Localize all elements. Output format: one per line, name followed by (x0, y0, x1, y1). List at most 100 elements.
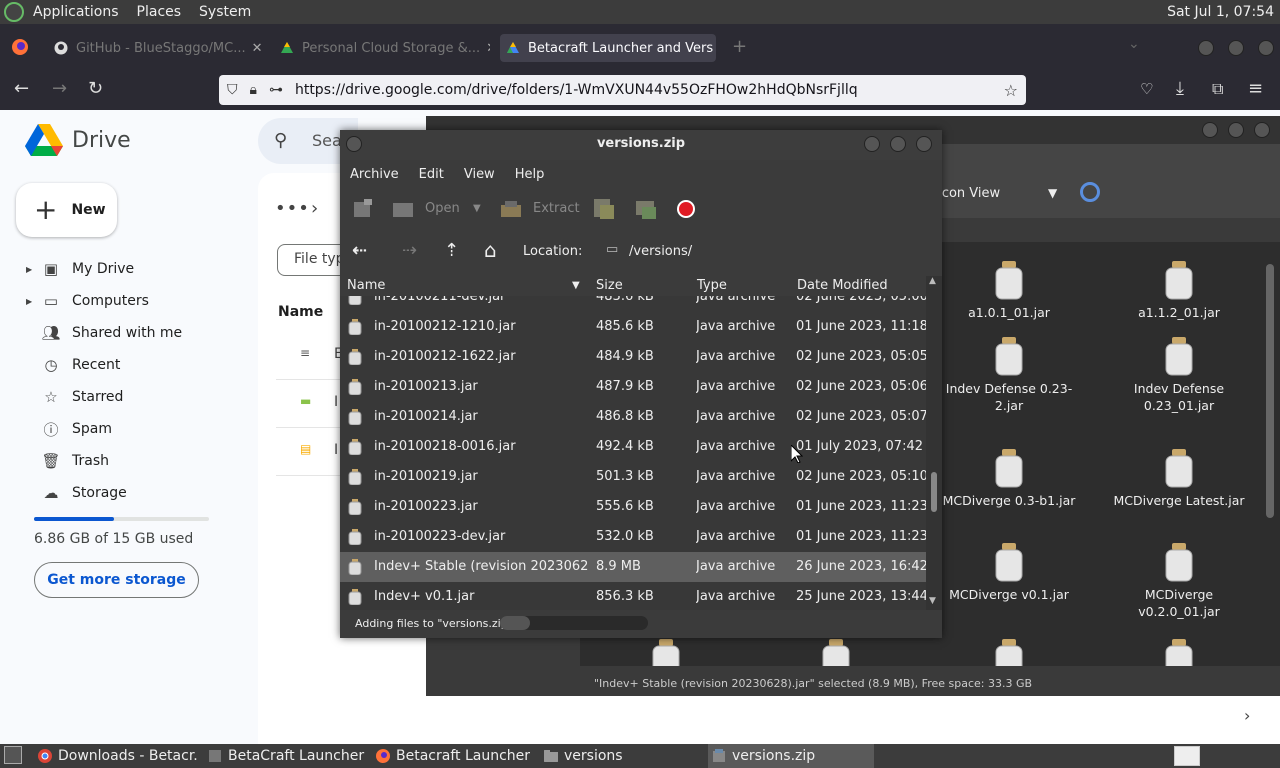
maximize-button[interactable] (1228, 122, 1244, 138)
minimize-button[interactable] (1198, 40, 1214, 56)
jar-file-icon[interactable] (1163, 638, 1195, 666)
pocket-icon[interactable]: ♡ (1140, 78, 1153, 100)
firefox-view-icon[interactable] (11, 38, 29, 56)
table-row[interactable]: ≡ E (276, 332, 346, 380)
column-header-size[interactable]: Size (596, 278, 623, 293)
file-item[interactable]: MCDiverge Latest.jar (1104, 448, 1254, 509)
chevron-down-icon[interactable]: ▼ (1048, 186, 1057, 200)
table-row[interactable]: in-20100212-1622.jar 484.9 kB Java archive… (340, 342, 926, 372)
file-type-filter[interactable]: File typ (277, 244, 347, 276)
workspace-switcher[interactable] (1174, 746, 1200, 766)
reload-icon[interactable]: ↻ (88, 78, 103, 100)
maximize-button[interactable] (1228, 40, 1244, 56)
tab-google-drive[interactable]: Personal Cloud Storage &... ✕ (274, 34, 490, 62)
places-menu[interactable]: Places (128, 4, 191, 20)
scroll-up-icon[interactable]: ▲ (929, 276, 936, 286)
extract-icon[interactable] (500, 199, 522, 219)
table-row[interactable]: in-20100218-0016.jar 492.4 kB Java archive… (340, 432, 926, 462)
sidebar-item-trash[interactable]: 🗑︎ Trash (26, 449, 109, 473)
distro-logo-icon[interactable] (4, 2, 24, 22)
url-bar[interactable]: ⛉ 🔒︎ ⊶ https://drive.google.com/drive/fo… (219, 75, 1026, 105)
add-folder-icon[interactable] (634, 197, 658, 221)
file-item[interactable]: a1.1.2_01.jar (1104, 260, 1254, 321)
table-row[interactable]: Indev+ v0.1.jar 856.3 kB Java archive 25 Ju… (340, 582, 926, 610)
sidebar-item-spam[interactable]: ⓘ Spam (26, 417, 112, 441)
new-tab-button[interactable]: + (732, 36, 747, 57)
sidebar-item-storage[interactable]: ☁︎ Storage (26, 481, 127, 505)
show-desktop-icon[interactable] (4, 746, 22, 764)
drive-title[interactable]: Drive (72, 128, 131, 153)
file-item[interactable]: a1.0.1_01.jar (934, 260, 1084, 321)
column-header-name[interactable]: Name (347, 278, 385, 293)
close-icon[interactable]: ✕ (246, 41, 264, 56)
chevron-right-icon[interactable]: › (1244, 706, 1250, 725)
extract-button[interactable]: Extract (533, 201, 580, 216)
file-item[interactable]: MCDiverge v0.2.0_01.jar (1104, 542, 1254, 620)
bookmark-star-icon[interactable]: ☆ (1004, 81, 1018, 100)
menu-edit[interactable]: Edit (409, 167, 454, 182)
window-menu-button[interactable] (346, 136, 362, 152)
open-button[interactable]: Open (425, 201, 460, 216)
back-arrow-icon[interactable]: ⇠ (352, 240, 367, 261)
column-header-type[interactable]: Type (697, 278, 727, 293)
close-icon[interactable]: ✕ (713, 41, 716, 56)
jar-file-icon[interactable] (993, 638, 1025, 666)
forward-arrow-icon[interactable]: ⇢ (402, 240, 417, 261)
taskbar-item-betacraft-launcher[interactable]: BetaCraft Launcher ... (204, 744, 368, 768)
table-row[interactable]: in-20100223-dev.jar 532.0 kB Java archive 0… (340, 522, 926, 552)
sidebar-item-my-drive[interactable]: ▶ ▣ My Drive (26, 257, 134, 281)
back-arrow-icon[interactable]: ← (14, 78, 29, 100)
column-header-name[interactable]: Name (278, 304, 323, 320)
new-button[interactable]: + New (16, 183, 117, 237)
taskbar-item-versions[interactable]: versions (540, 744, 704, 768)
sidebar-item-computers[interactable]: ▶ ▭ Computers (26, 289, 149, 313)
table-row[interactable]: ▬ I (276, 380, 346, 428)
home-icon[interactable]: ⌂ (484, 238, 497, 262)
add-files-icon[interactable] (592, 197, 616, 221)
clock[interactable]: Sat Jul 1, 07:54 (1167, 0, 1280, 24)
table-row[interactable]: in-20100219.jar 501.3 kB Java archive 02 Ju… (340, 462, 926, 492)
menu-view[interactable]: View (454, 167, 505, 182)
system-menu[interactable]: System (190, 4, 260, 20)
open-archive-icon[interactable] (392, 199, 414, 219)
minimize-button[interactable] (864, 136, 880, 152)
table-row[interactable]: ▤ I (276, 428, 346, 476)
scroll-down-icon[interactable]: ▼ (929, 596, 936, 606)
window-title-bar[interactable]: versions.zip (340, 130, 942, 160)
more-options-icon[interactable]: ••• (275, 198, 310, 219)
scrollbar-thumb[interactable] (931, 472, 937, 512)
maximize-button[interactable] (890, 136, 906, 152)
menu-icon[interactable]: ≡ (1248, 78, 1263, 100)
menu-archive[interactable]: Archive (340, 167, 409, 182)
close-window-button[interactable] (1254, 122, 1270, 138)
table-row[interactable]: in-20100213.jar 487.9 kB Java archive 02 Ju… (340, 372, 926, 402)
file-item[interactable]: MCDiverge 0.3-b1.jar (934, 448, 1084, 509)
close-window-button[interactable] (1258, 40, 1274, 56)
list-tabs-icon[interactable]: ⌄ (1128, 36, 1140, 52)
minimize-button[interactable] (1202, 122, 1218, 138)
tab-github[interactable]: GitHub - BlueStaggo/MC... ✕ (48, 34, 264, 62)
tab-betacraft[interactable]: Betacraft Launcher and Vers ✕ (500, 34, 716, 62)
taskbar-item-downloads[interactable]: Downloads - Betacr... (34, 744, 198, 768)
search-icon[interactable] (1080, 182, 1100, 202)
taskbar-item-firefox[interactable]: Betacraft Launcher ... (372, 744, 536, 768)
google-drive-logo-icon[interactable] (25, 124, 63, 158)
up-arrow-icon[interactable]: ⇡ (444, 240, 459, 261)
chevron-down-icon[interactable]: ▼ (473, 203, 481, 214)
view-mode-select[interactable]: Icon View (938, 186, 1000, 201)
table-row[interactable]: in-20100223.jar 555.6 kB Java archive 01 Ju… (340, 492, 926, 522)
search-icon[interactable]: ⚲ (274, 130, 287, 151)
scrollbar[interactable] (1266, 264, 1274, 518)
jar-file-icon[interactable] (820, 638, 852, 666)
close-window-button[interactable] (916, 136, 932, 152)
table-row[interactable]: Indev+ Stable (revision 2023062… 8.9 MB Ja… (340, 552, 926, 582)
menu-help[interactable]: Help (505, 167, 555, 182)
downloads-icon[interactable]: ⤓ (1176, 78, 1184, 100)
location-path[interactable]: /versions/ (629, 244, 692, 259)
stop-icon[interactable] (676, 199, 696, 219)
column-header-date[interactable]: Date Modified (797, 278, 888, 293)
taskbar-item-versions-zip[interactable]: versions.zip (708, 744, 874, 768)
file-item[interactable]: Indev Defense 0.23-2.jar (934, 336, 1084, 414)
forward-arrow-icon[interactable]: → (52, 78, 67, 100)
extensions-icon[interactable]: ⧉ (1212, 78, 1223, 100)
